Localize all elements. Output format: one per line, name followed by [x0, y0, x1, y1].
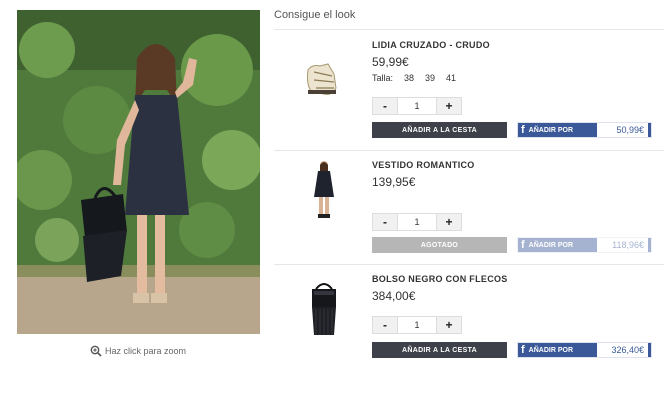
facebook-price: 50,99€ [597, 123, 648, 137]
facebook-price: 326,40€ [597, 343, 648, 357]
look-title: Consigue el look [274, 9, 356, 21]
add-to-cart-button[interactable]: AÑADIR A LA CESTA [372, 342, 507, 358]
product-price: 384,00€ [372, 289, 416, 303]
increase-quantity-button[interactable]: + [436, 213, 462, 231]
facebook-label: AÑADIR POR [528, 241, 574, 249]
look-photo-image [17, 10, 260, 334]
quantity-input[interactable]: 1 [398, 316, 436, 334]
product-thumbnail[interactable] [302, 157, 347, 221]
zoom-hint[interactable]: Haz click para zoom [90, 345, 186, 357]
decrease-quantity-button[interactable]: - [372, 97, 398, 115]
product-thumbnail[interactable] [302, 36, 347, 100]
facebook-label-area: f AÑADIR POR [518, 343, 597, 357]
product-price: 59,99€ [372, 55, 409, 69]
facebook-f-icon: f [521, 344, 525, 356]
product-price: 139,95€ [372, 175, 416, 189]
quantity-input[interactable]: 1 [398, 97, 436, 115]
size-option[interactable]: 38 [404, 73, 414, 83]
product-name[interactable]: LIDIA CRUZADO - CRUDO [372, 40, 490, 50]
product-item-bag: BOLSO NEGRO CON FLECOS 384,00€ - 1 + AÑA… [274, 265, 664, 379]
quantity-input[interactable]: 1 [398, 213, 436, 231]
size-option[interactable]: 39 [425, 73, 435, 83]
decrease-quantity-button[interactable]: - [372, 316, 398, 334]
facebook-label: AÑADIR POR [528, 346, 574, 354]
product-thumbnail[interactable] [302, 279, 347, 343]
facebook-buy-button[interactable]: f AÑADIR POR 326,40€ [517, 342, 652, 358]
product-name[interactable]: BOLSO NEGRO CON FLECOS [372, 274, 508, 284]
decrease-quantity-button[interactable]: - [372, 213, 398, 231]
zoom-in-icon [90, 345, 102, 357]
facebook-button-edge [648, 123, 651, 137]
facebook-f-icon: f [521, 239, 525, 251]
quantity-stepper: - 1 + [372, 97, 462, 115]
facebook-label-area: f AÑADIR POR [518, 238, 597, 252]
product-name[interactable]: VESTIDO ROMANTICO [372, 160, 475, 170]
quantity-stepper: - 1 + [372, 213, 462, 231]
facebook-buy-button[interactable]: f AÑADIR POR 50,99€ [517, 122, 652, 138]
increase-quantity-button[interactable]: + [436, 97, 462, 115]
product-item-dress: VESTIDO ROMANTICO 139,95€ - 1 + AGOTADO … [274, 151, 664, 265]
facebook-f-icon: f [521, 124, 525, 136]
facebook-buy-button: f AÑADIR POR 118,96€ [517, 237, 652, 253]
size-label: Talla: [372, 73, 394, 83]
increase-quantity-button[interactable]: + [436, 316, 462, 334]
add-to-cart-button[interactable]: AÑADIR A LA CESTA [372, 122, 507, 138]
look-photo[interactable] [17, 10, 260, 334]
sold-out-button: AGOTADO [372, 237, 507, 253]
facebook-label-area: f AÑADIR POR [518, 123, 597, 137]
facebook-button-edge [648, 238, 651, 252]
facebook-label: AÑADIR POR [528, 126, 574, 134]
size-selector: Talla: 38 39 41 [372, 73, 456, 83]
product-item-sandals: LIDIA CRUZADO - CRUDO 59,99€ Talla: 38 3… [274, 30, 664, 144]
zoom-label: Haz click para zoom [105, 346, 187, 356]
facebook-price: 118,96€ [597, 238, 648, 252]
quantity-stepper: - 1 + [372, 316, 462, 334]
facebook-button-edge [648, 343, 651, 357]
size-option[interactable]: 41 [446, 73, 456, 83]
